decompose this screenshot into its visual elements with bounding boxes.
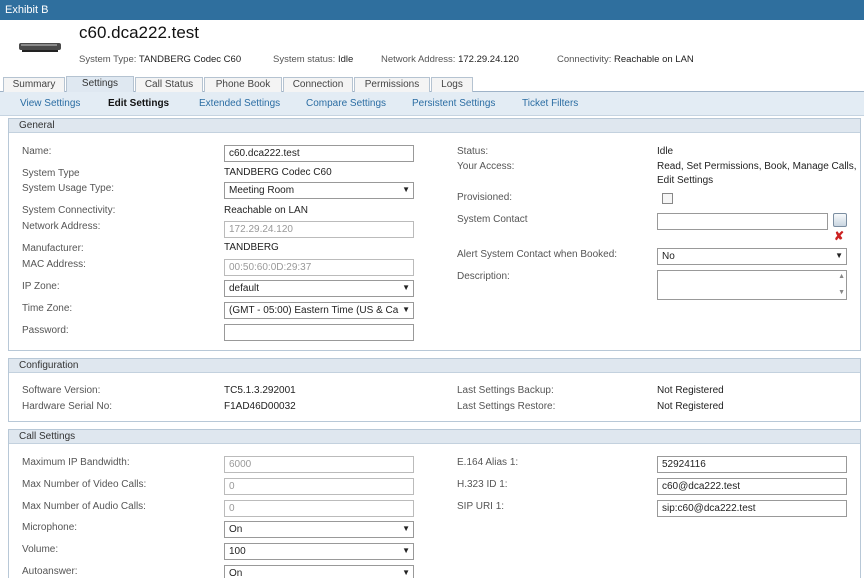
ip-zone-select[interactable]: default ▼ [224,280,414,297]
system-usage-type-select[interactable]: Meeting Room ▼ [224,182,414,199]
software-version-label: Software Version: [22,385,101,396]
connectivity-info: Connectivity: Reachable on LAN [557,54,694,65]
tab-summary[interactable]: Summary [3,77,65,92]
autoanswer-select[interactable]: On ▼ [224,565,414,578]
autoanswer-label: Autoanswer: [22,566,78,577]
sip-uri-field[interactable]: sip:c60@dca222.test [657,500,847,517]
contact-lookup-icon[interactable] [833,213,847,227]
codec-device-icon [19,43,61,52]
configuration-section: Configuration Software Version: TC5.1.3.… [8,358,861,422]
your-access-value-line2: Edit Settings [657,175,714,186]
sip-uri-label: SIP URI 1: [457,501,505,512]
network-address-field[interactable]: 172.29.24.120 [224,221,414,238]
subnav-extended-settings[interactable]: Extended Settings [199,98,280,109]
clear-contact-icon[interactable]: ✘ [834,229,844,243]
e164-alias-label: E.164 Alias 1: [457,457,519,468]
system-header: c60.dca222.test System Type: TANDBERG Co… [0,20,864,76]
ip-zone-label: IP Zone: [22,281,60,292]
e164-alias-field[interactable]: 52924116 [657,456,847,473]
tab-phone-book[interactable]: Phone Book [204,77,282,92]
tab-permissions[interactable]: Permissions [354,77,430,92]
subnav-view-settings[interactable]: View Settings [20,98,80,109]
chevron-down-icon: ▼ [402,546,410,555]
settings-subnav: View Settings Edit Settings Extended Set… [0,92,864,116]
mac-address-field[interactable]: 00:50:60:0D:29:37 [224,259,414,276]
system-contact-label: System Contact [457,214,528,225]
main-tabs: Summary Settings Call Status Phone Book … [0,76,864,92]
last-restore-value: Not Registered [657,401,724,412]
system-status-info: System status: Idle [273,54,354,65]
your-access-value-line1: Read, Set Permissions, Book, Manage Call… [657,161,857,172]
provisioned-checkbox[interactable] [662,193,673,204]
max-bandwidth-field[interactable]: 6000 [224,456,414,473]
provisioned-label: Provisioned: [457,192,513,203]
call-settings-section-title: Call Settings [9,430,860,444]
system-contact-field[interactable] [657,213,828,230]
max-video-calls-field[interactable]: 0 [224,478,414,495]
mac-address-label: MAC Address: [22,259,86,270]
chevron-down-icon: ▼ [402,185,410,194]
system-name-title: c60.dca222.test [79,23,200,42]
general-section: General Name: c60.dca222.test System Typ… [8,118,861,351]
microphone-label: Microphone: [22,522,78,533]
status-label: Status: [457,146,489,157]
system-type-label: System Type [22,168,80,179]
tab-settings[interactable]: Settings [66,76,134,92]
last-backup-label: Last Settings Backup: [457,385,554,396]
chevron-down-icon: ▼ [402,305,410,314]
password-field[interactable] [224,324,414,341]
general-section-title: General [9,119,860,133]
max-audio-calls-field[interactable]: 0 [224,500,414,517]
system-type-value: TANDBERG Codec C60 [224,167,332,178]
alert-contact-label: Alert System Contact when Booked: [457,249,618,260]
subnav-edit-settings[interactable]: Edit Settings [108,98,169,109]
window-title: Exhibit B [0,0,864,20]
configuration-section-title: Configuration [9,359,860,373]
tab-connection[interactable]: Connection [283,77,353,92]
subnav-ticket-filters[interactable]: Ticket Filters [522,98,578,109]
last-backup-value: Not Registered [657,385,724,396]
network-address-label: Network Address: [22,221,101,232]
name-field[interactable]: c60.dca222.test [224,145,414,162]
hardware-serial-value: F1AD46D00032 [224,401,296,412]
time-zone-label: Time Zone: [22,303,73,314]
description-textarea[interactable]: ▲ ▼ [657,270,847,300]
hardware-serial-label: Hardware Serial No: [22,401,113,412]
volume-select[interactable]: 100 ▼ [224,543,414,560]
system-connectivity-value: Reachable on LAN [224,205,308,216]
system-connectivity-label: System Connectivity: [22,205,116,216]
software-version-value: TC5.1.3.292001 [224,385,296,396]
tab-logs[interactable]: Logs [431,77,473,92]
subnav-persistent-settings[interactable]: Persistent Settings [412,98,495,109]
manufacturer-value: TANDBERG [224,242,279,253]
alert-contact-select[interactable]: No ▼ [657,248,847,265]
volume-label: Volume: [22,544,59,555]
chevron-down-icon: ▼ [402,568,410,577]
chevron-down-icon: ▼ [402,283,410,292]
description-label: Description: [457,271,510,282]
last-restore-label: Last Settings Restore: [457,401,556,412]
microphone-select[interactable]: On ▼ [224,521,414,538]
password-label: Password: [22,325,69,336]
h323-id-field[interactable]: c60@dca222.test [657,478,847,495]
max-video-calls-label: Max Number of Video Calls: [22,479,147,490]
max-audio-calls-label: Max Number of Audio Calls: [22,501,146,512]
chevron-down-icon: ▼ [835,251,843,260]
manufacturer-label: Manufacturer: [22,243,84,254]
subnav-compare-settings[interactable]: Compare Settings [306,98,386,109]
system-usage-type-label: System Usage Type: [22,183,115,194]
chevron-down-icon: ▼ [402,524,410,533]
name-label: Name: [22,146,52,157]
scroll-up-icon[interactable]: ▲ [838,273,845,280]
max-bandwidth-label: Maximum IP Bandwidth: [22,457,130,468]
time-zone-select[interactable]: (GMT - 05:00) Eastern Time (US & Ca ▼ [224,302,414,319]
h323-id-label: H.323 ID 1: [457,479,508,490]
scroll-down-icon[interactable]: ▼ [838,289,845,296]
tab-call-status[interactable]: Call Status [135,77,203,92]
system-type-info: System Type: TANDBERG Codec C60 [79,54,242,65]
your-access-label: Your Access: [457,161,515,172]
status-value: Idle [657,146,674,157]
network-address-info: Network Address: 172.29.24.120 [381,54,519,65]
call-settings-section: Call Settings Maximum IP Bandwidth: 6000… [8,429,861,578]
